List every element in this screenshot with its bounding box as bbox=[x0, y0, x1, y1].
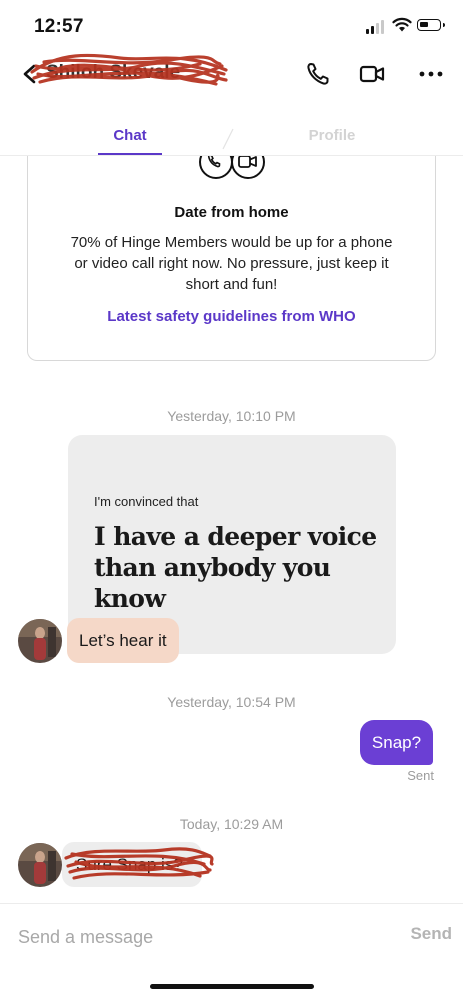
tab-divider-slash bbox=[222, 128, 234, 150]
tab-profile[interactable]: Profile bbox=[300, 127, 364, 144]
more-options-icon[interactable] bbox=[417, 60, 445, 88]
message-input[interactable] bbox=[18, 922, 358, 952]
status-time: 12:57 bbox=[34, 16, 84, 37]
card-body: 70% of Hinge Members would be up for a p… bbox=[70, 234, 393, 293]
cellular-signal-icon bbox=[366, 20, 386, 34]
video-call-icon[interactable] bbox=[358, 60, 386, 88]
incoming-message-bubble[interactable]: Let’s hear it bbox=[67, 618, 179, 663]
outgoing-message-bubble[interactable]: Snap? bbox=[360, 720, 433, 765]
card-title: Date from home bbox=[174, 204, 289, 221]
composer-divider bbox=[0, 903, 463, 904]
phone-call-icon[interactable] bbox=[304, 60, 332, 88]
send-button[interactable]: Send bbox=[396, 924, 452, 944]
message-status: Sent bbox=[407, 768, 434, 783]
wifi-icon bbox=[392, 17, 412, 32]
avatar[interactable] bbox=[18, 619, 62, 663]
timestamp: Yesterday, 10:10 PM bbox=[167, 408, 296, 424]
timestamp: Today, 10:29 AM bbox=[179, 816, 284, 832]
redaction-scribble bbox=[64, 847, 214, 880]
avatar[interactable] bbox=[18, 843, 62, 887]
prompt-answer: I have a deeper voice than anybody you k… bbox=[94, 522, 377, 613]
home-indicator bbox=[150, 984, 314, 989]
tab-chat[interactable]: Chat bbox=[99, 127, 161, 144]
timestamp: Yesterday, 10:54 PM bbox=[167, 694, 296, 710]
tab-bar-divider bbox=[0, 155, 463, 156]
redaction-scribble bbox=[30, 53, 228, 86]
prompt-question: I'm convinced that bbox=[94, 494, 199, 509]
battery-icon bbox=[417, 19, 445, 31]
who-guidelines-link[interactable]: Latest safety guidelines from WHO bbox=[27, 308, 436, 325]
